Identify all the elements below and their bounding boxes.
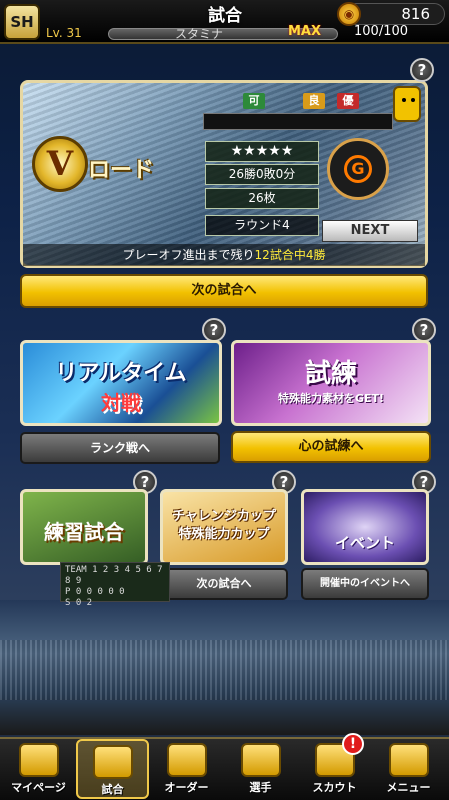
ticket-count: 26枚 <box>205 188 319 209</box>
opponent-emblem-icon: G <box>327 138 389 200</box>
home-icon <box>18 743 59 777</box>
challenge-subtitle: 特殊能力カップ <box>178 527 270 542</box>
page-title: 試合 <box>208 6 242 26</box>
realtime-title: リアルタイム <box>55 361 187 386</box>
realtime-battle-tile[interactable]: リアルタイム 対戦 <box>20 340 222 426</box>
practice-title: 練習試合 <box>44 520 124 544</box>
coin-icon: ◉ <box>337 2 361 26</box>
nav-mypage[interactable]: マイページ <box>2 739 75 799</box>
stadium-scene <box>0 600 449 735</box>
record-text: 26勝0敗0分 <box>205 164 319 185</box>
nav-match[interactable]: 試合 <box>76 739 149 799</box>
eval-flag-ka: 可 <box>243 93 265 109</box>
shiren-title: 試練 <box>304 359 357 389</box>
stadium-icon <box>92 745 133 779</box>
next-label: NEXT <box>322 220 418 242</box>
shiren-button[interactable]: 心の試練へ <box>231 431 431 463</box>
rank-match-button[interactable]: ランク戦へ <box>20 432 220 464</box>
player-icon <box>240 743 281 777</box>
next-match-button[interactable]: 次の試合へ <box>20 274 428 308</box>
nav-menu[interactable]: メニュー <box>372 739 445 799</box>
star-rating: ★★★★★ <box>205 141 319 162</box>
practice-match-tile[interactable]: 練習試合 <box>20 489 148 565</box>
evaluation-bar <box>203 113 393 130</box>
nav-label: メニュー <box>386 781 431 794</box>
crowd <box>0 640 449 700</box>
nav-label: マイページ <box>11 781 66 794</box>
vroad-title: ロード <box>88 158 155 183</box>
realtime-subtitle: 対戦 <box>101 391 141 415</box>
nav-order[interactable]: オーダー <box>150 739 223 799</box>
challenge-cup-tile[interactable]: チャレンジカップ 特殊能力カップ <box>160 489 288 565</box>
shiren-help-icon[interactable]: ? <box>412 318 436 342</box>
vroad-help-icon[interactable]: ? <box>410 58 434 82</box>
scoreboard-row: S 0 2 <box>65 598 93 608</box>
nav-players[interactable]: 選手 <box>224 739 297 799</box>
menu-icon <box>388 743 429 777</box>
realtime-help-icon[interactable]: ? <box>202 318 226 342</box>
event-tile[interactable]: イベント <box>301 489 429 565</box>
progress-text: プレーオフ進出まで残り <box>122 248 255 262</box>
nav-label: 試合 <box>101 783 124 796</box>
scoreboard-header: TEAM 1 2 3 4 5 6 7 8 9 <box>65 565 163 586</box>
team-logo: SH <box>4 4 40 40</box>
progress-banner: プレーオフ進出まで残り12試合中4勝 <box>23 244 425 266</box>
field-icon <box>166 743 207 777</box>
shiren-tile[interactable]: 試練特殊能力素材をGET! <box>231 340 431 426</box>
challenge-next-match-button[interactable]: 次の試合へ <box>160 568 288 600</box>
scout-notification-badge: ! <box>342 733 364 755</box>
v-badge-icon: V <box>32 136 88 192</box>
shiren-subtitle: 特殊能力素材をGET! <box>277 392 385 405</box>
stamina-label: スタミナ <box>175 27 224 41</box>
stamina-value: 100/100 <box>354 24 409 39</box>
scoreboard: TEAM 1 2 3 4 5 6 7 8 9 P 0 0 0 0 0 S 0 2 <box>60 562 170 608</box>
stamina-max-label: MAX <box>288 24 322 39</box>
eval-flag-yu: 優 <box>337 93 359 109</box>
challenge-title: チャレンジカップ <box>172 509 276 524</box>
level-label: Lv. 31 <box>46 26 82 40</box>
event-button[interactable]: 開催中のイベントへ <box>301 568 429 600</box>
scoreboard-row: P 0 0 0 0 0 <box>65 587 125 597</box>
event-title: イベント <box>334 534 395 552</box>
nav-label: 選手 <box>249 781 272 794</box>
mascot-icon <box>393 86 421 122</box>
eval-flag-ryo: 良 <box>303 93 325 109</box>
round-label: ラウンド4 <box>205 215 319 236</box>
nav-label: オーダー <box>164 781 209 794</box>
nav-label: スカウト <box>312 781 357 794</box>
progress-highlight: 12試合中4勝 <box>254 248 326 262</box>
